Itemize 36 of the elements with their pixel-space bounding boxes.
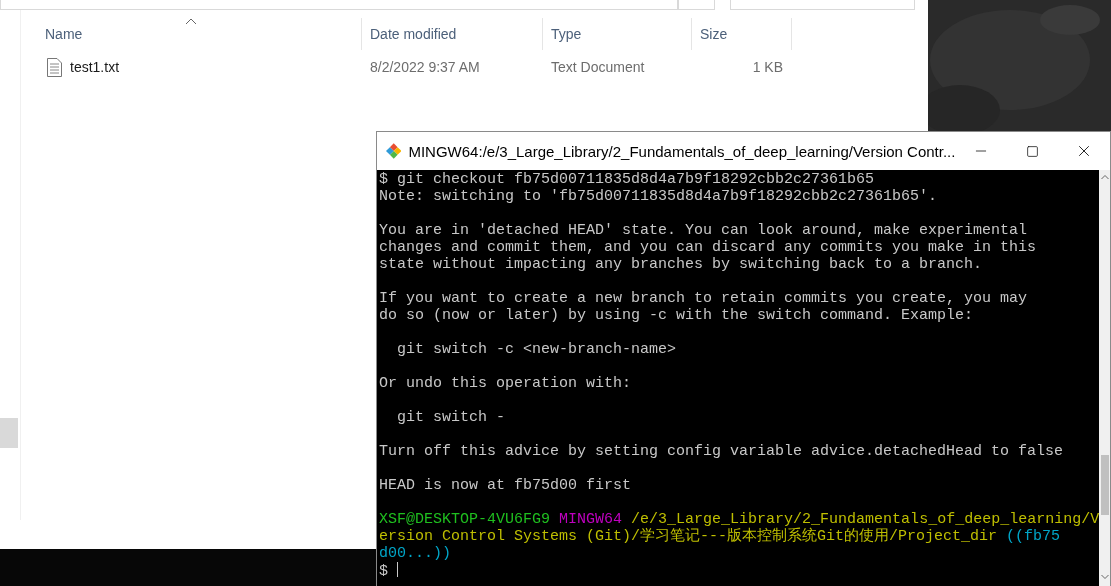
maximize-icon[interactable]: [1026, 144, 1040, 158]
scrollbar-thumb[interactable]: [1101, 455, 1110, 515]
terminal-line: Turn off this advice by setting config variable advice.detachedHead to false: [379, 443, 1064, 460]
prompt-path: ersion Control Systems (Git)/学习笔记---版本控制系统Git的使用/Project_dir: [379, 528, 998, 545]
terminal-line: If you want to create a new branch to retain commits you create, you may: [379, 290, 1028, 307]
scrollbar[interactable]: [1099, 170, 1110, 586]
terminal-line: git switch -: [396, 409, 506, 426]
date-modified: 8/2/2022 9:37 AM: [369, 59, 481, 75]
prompt-branch: d00...)): [379, 545, 451, 562]
terminal-line: HEAD is now at fb75d00 first: [379, 477, 632, 494]
prompt-symbol: $: [379, 563, 388, 580]
prompt-branch: ((fb75: [1006, 528, 1061, 545]
column-header[interactable]: Type: [543, 18, 692, 50]
terminal-line: git switch -c <new-branch-name>: [396, 341, 677, 358]
scrollbar-thumb[interactable]: [0, 418, 18, 448]
scroll-up-icon[interactable]: [1100, 174, 1109, 180]
column-header[interactable]: Date modified: [362, 18, 543, 50]
git-diamond-icon: [386, 142, 402, 160]
terminal-line: You are in 'detached HEAD' state. You can look around, make experimental: [379, 222, 1028, 239]
terminal-line: $ git checkout fb75d00711835d8d4a7b9f18292cbb2c27361b65: [379, 171, 875, 188]
terminal-line: Note: switching to 'fb75d00711835d8d4a7b9f18292cbb2c27361b65'.: [379, 188, 938, 205]
column-header[interactable]: Size: [692, 18, 792, 50]
terminal-line: do so (now or later) by using -c with the switch command. Example:: [379, 307, 974, 324]
terminal-line: Or undo this operation with:: [379, 375, 632, 392]
prompt-shell: MINGW64: [559, 511, 623, 528]
column-header[interactable]: Name: [21, 18, 362, 50]
file-size: 1 KB: [751, 59, 784, 75]
terminal-line: changes and commit them, and you can discard any commits you make in this: [379, 239, 1037, 256]
prompt-user: XSF@DESKTOP-4VU6FG9: [379, 511, 551, 528]
terminal-line: state without impacting any branches by switching back to a branch.: [379, 256, 983, 273]
file-name[interactable]: test1.txt: [70, 59, 120, 75]
window-title: MINGW64:/e/3_Large_Library/2_Fundamentals_of_deep_learning/Version Contr...: [408, 142, 956, 160]
file-type: Text Document: [550, 59, 646, 75]
text-file-icon: [47, 57, 62, 77]
prompt-path: /e/3_Large_Library/2_Fundamentals_of_deep_learning/V: [631, 511, 1100, 528]
scroll-down-icon[interactable]: [1100, 574, 1109, 580]
